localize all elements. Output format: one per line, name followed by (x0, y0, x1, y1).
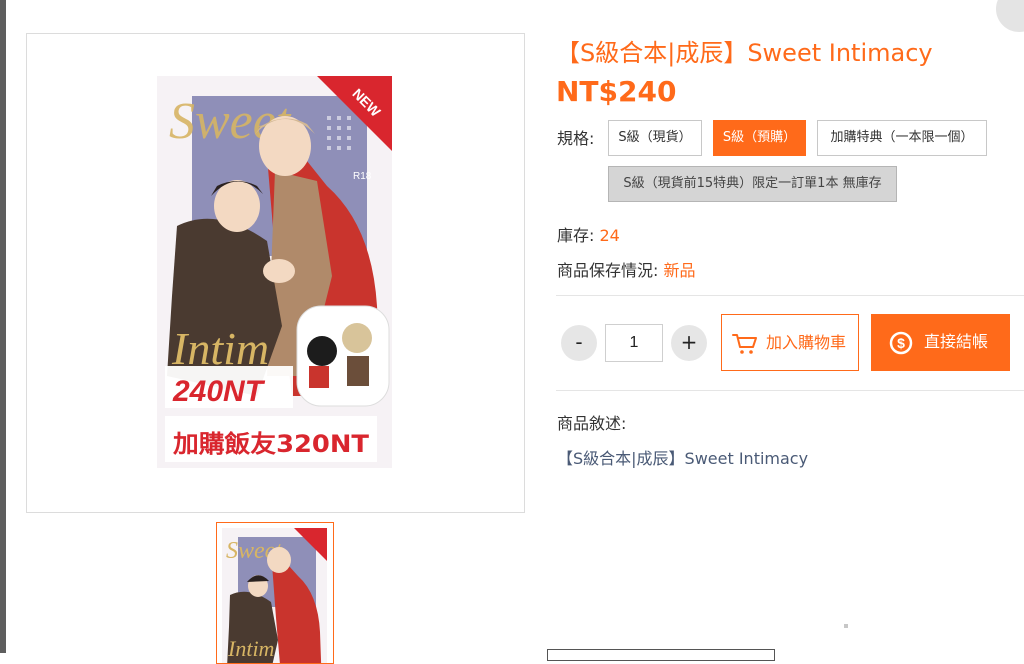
thumbnail-image: Sweet Intim (222, 528, 327, 663)
cover-addon-price: 加購飯友320NT (173, 430, 370, 458)
thumbnail-title-bottom: Intim (227, 636, 274, 661)
thumbnail-art: Sweet Intim (222, 528, 327, 663)
spec-option-preorder[interactable]: S級（預購） (713, 120, 806, 156)
spec-option-bonus[interactable]: 加購特典（一本限一個） (817, 120, 987, 156)
quantity-decrease-button[interactable]: - (561, 325, 597, 361)
product-title: 【S級合本|成辰】Sweet Intimacy (556, 39, 933, 67)
main-product-image[interactable]: NEW Sweet R18 Intim 240NT 加購飯友320NT (26, 33, 525, 513)
description-text: 【S級合本|成辰】Sweet Intimacy (557, 449, 809, 468)
corner-button[interactable] (996, 0, 1024, 32)
quantity-increase-button[interactable]: + (671, 325, 707, 361)
cover-art: NEW Sweet R18 Intim 240NT 加購飯友320NT (157, 76, 392, 468)
spec-option-limited-soldout[interactable]: S級（現貨前15特典）限定一訂單1本 無庫存 (608, 166, 897, 202)
spec-option-in-stock[interactable]: S級（現貨） (608, 120, 702, 156)
decorative-dot (844, 624, 848, 628)
divider-top (556, 295, 1024, 296)
thumbnail-1[interactable]: Sweet Intim (216, 522, 334, 664)
cart-icon (732, 332, 758, 360)
bottom-panel (547, 649, 775, 661)
dollar-coin-icon: $ (889, 331, 913, 359)
product-price: NT$240 (556, 75, 677, 108)
cover-illustration: NEW Sweet R18 Intim 240NT 加購飯友320NT (157, 76, 392, 468)
svg-text:$: $ (897, 335, 905, 351)
condition-line: 商品保存情況: 新品 (557, 257, 696, 281)
add-to-cart-label: 加入購物車 (766, 333, 847, 352)
rating-label: R18 (353, 171, 372, 182)
buy-now-label: 直接結帳 (924, 332, 989, 351)
condition-value: 新品 (663, 261, 696, 280)
quantity-input[interactable] (605, 324, 663, 362)
add-to-cart-button[interactable]: 加入購物車 (721, 314, 859, 371)
divider-bottom (556, 390, 1024, 391)
cover-price: 240NT (172, 375, 266, 408)
condition-label: 商品保存情況: (557, 261, 664, 280)
stock-label: 庫存: (557, 226, 600, 245)
buy-now-button[interactable]: $ 直接結帳 (871, 314, 1010, 371)
stock-value: 24 (599, 226, 620, 245)
spec-label: 規格: (557, 129, 595, 148)
description-label: 商品敘述: (557, 414, 627, 433)
window-edge (0, 0, 6, 653)
stock-line: 庫存: 24 (557, 222, 620, 246)
